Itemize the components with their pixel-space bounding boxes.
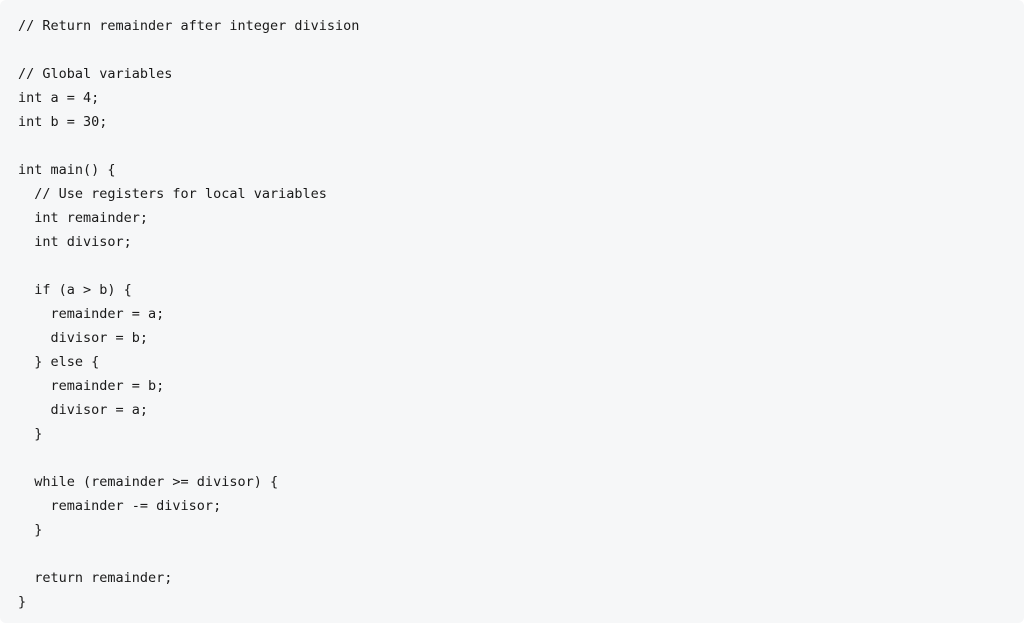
code-line: if (a > b) {: [18, 282, 132, 298]
code-line: }: [18, 522, 42, 538]
code-line: remainder = b;: [18, 378, 164, 394]
code-line: int remainder;: [18, 210, 148, 226]
code-line: divisor = a;: [18, 402, 148, 418]
code-line: // Global variables: [18, 66, 172, 82]
code-line: return remainder;: [18, 570, 172, 586]
code-line: remainder = a;: [18, 306, 164, 322]
code-line: int divisor;: [18, 234, 132, 250]
code-line: int main() {: [18, 162, 116, 178]
code-line: // Use registers for local variables: [18, 186, 327, 202]
code-block: // Return remainder after integer divisi…: [0, 0, 1024, 623]
code-line: }: [18, 594, 26, 610]
code-line: int b = 30;: [18, 114, 107, 130]
code-line: }: [18, 426, 42, 442]
code-line: while (remainder >= divisor) {: [18, 474, 278, 490]
code-line: remainder -= divisor;: [18, 498, 221, 514]
code-line: divisor = b;: [18, 330, 148, 346]
code-line: } else {: [18, 354, 99, 370]
code-content: // Return remainder after integer divisi…: [18, 14, 1006, 614]
code-line: // Return remainder after integer divisi…: [18, 18, 359, 34]
code-line: int a = 4;: [18, 90, 99, 106]
